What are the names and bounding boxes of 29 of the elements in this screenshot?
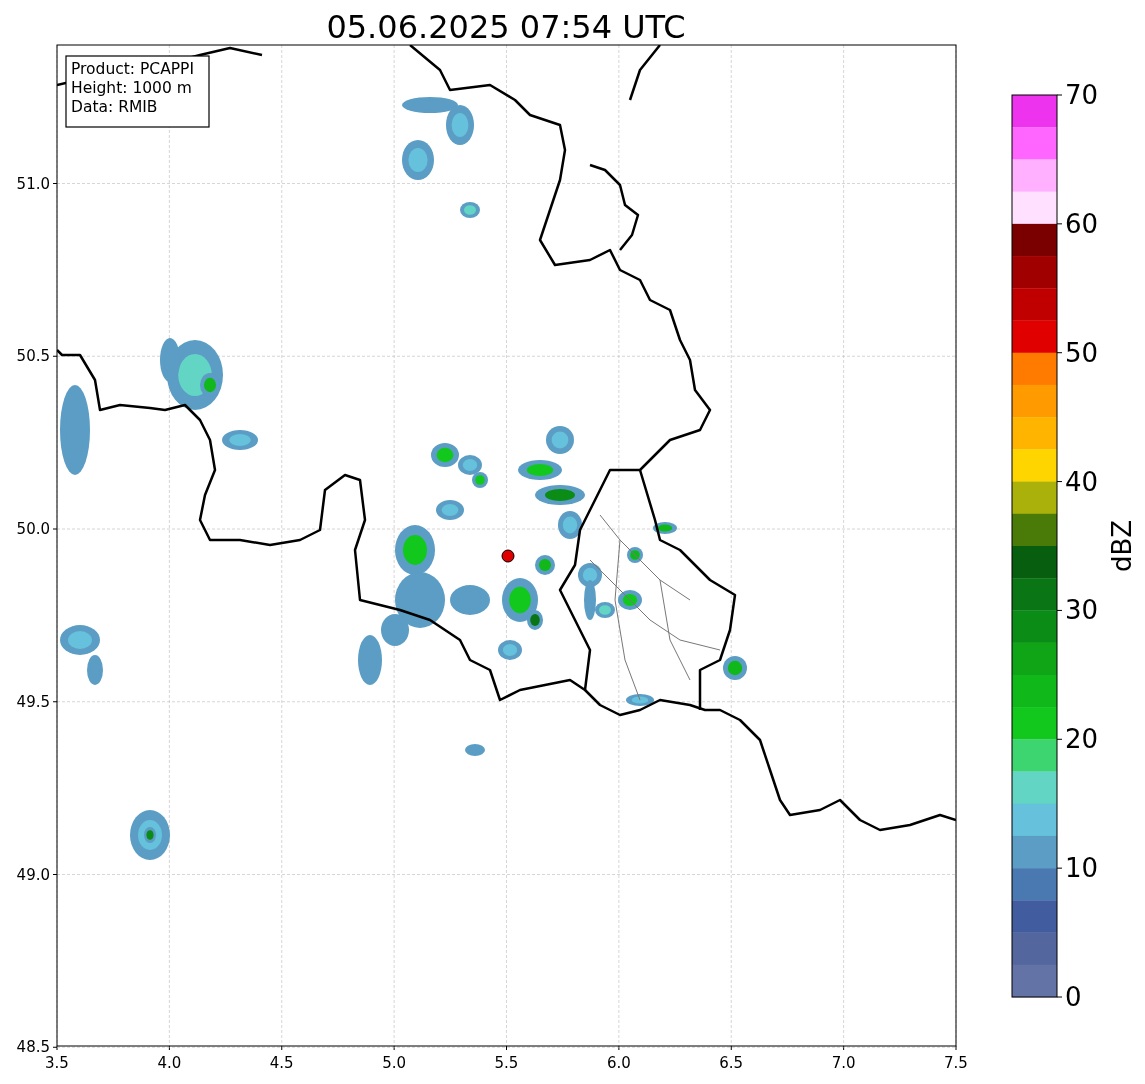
info-line: Data: RMIB [71, 98, 158, 116]
axis-tick-label: 50.5 [16, 347, 50, 366]
axis-tick-label: 3.5 [45, 1054, 69, 1072]
axis-tick-label: 4.0 [157, 1054, 182, 1072]
axis-tick-label: 48.5 [16, 1038, 50, 1057]
axis-tick-label: 5.0 [382, 1054, 407, 1072]
axis-tick-label: 51.0 [16, 174, 50, 193]
colorbar-tick-label: 30 [1065, 595, 1099, 626]
axis-tick-label: 49.5 [16, 692, 50, 711]
colorbar-tick-label: 70 [1065, 80, 1099, 110]
axis-tick-label: 50.0 [16, 520, 50, 538]
colorbar-tick-label: 20 [1065, 724, 1099, 755]
axis-tick-label: 7.0 [831, 1054, 856, 1072]
colorbar-tick-label: 40 [1065, 466, 1099, 497]
axis-tick-label: 4.5 [269, 1054, 294, 1072]
colorbar-tick-label: 0 [1065, 982, 1082, 1012]
colorbar-label: dBZ [1107, 519, 1137, 573]
radar-site-marker [501, 549, 515, 563]
chart-title: 05.06.2025 07:54 UTC [326, 8, 686, 46]
info-line: Product: PCAPPI [71, 60, 195, 78]
axis-tick-label: 6.0 [606, 1054, 631, 1072]
axis-tick-label: 49.0 [16, 865, 50, 884]
axis-tick-label: 5.5 [494, 1054, 519, 1072]
axis-tick-label: 6.5 [719, 1054, 744, 1072]
colorbar-tick-label: 60 [1065, 208, 1099, 239]
colorbar-tick-label: 50 [1065, 337, 1099, 368]
axis-tick-label: 7.5 [944, 1054, 968, 1072]
info-line: Height: 1000 m [71, 79, 192, 97]
colorbar-tick-label: 10 [1065, 853, 1099, 884]
